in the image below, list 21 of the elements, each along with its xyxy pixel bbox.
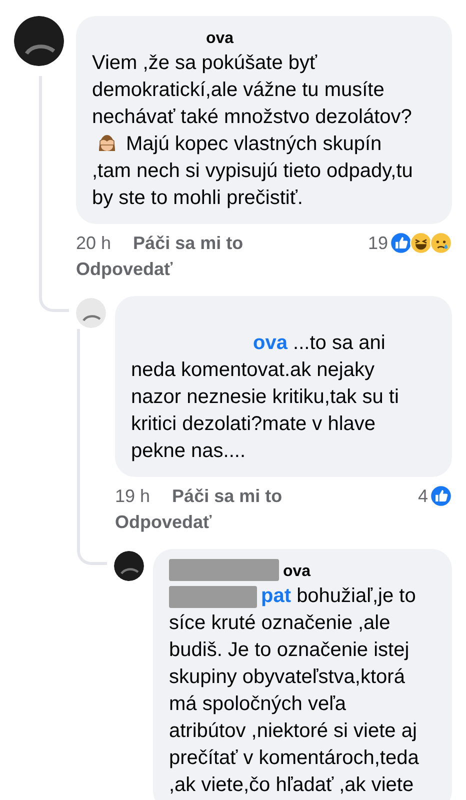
comment-time: 19 h	[115, 485, 150, 508]
reply-link[interactable]: Odpovedať	[115, 512, 212, 532]
mention-link[interactable]: ova	[253, 332, 288, 354]
laughing-reaction-icon	[410, 232, 432, 254]
author-name[interactable]: ova	[283, 558, 311, 584]
mention-link[interactable]: pat	[261, 585, 291, 607]
like-link[interactable]: Páči sa mi to	[172, 483, 282, 509]
comment-text: ova ...to sa ani	[253, 331, 386, 356]
like-reaction-icon	[390, 232, 412, 254]
like-reaction-icon	[430, 485, 452, 507]
reaction-count: 19	[368, 232, 388, 255]
comment-text: Viem ,že sa pokúšate byť demokratickí,ale vážne tu musíte nechávať také množstvo dezolátov? Majú kopec vlastných skupín ,tam nech si vypisujú tieto odpady,tu by ste to mohli prečistiť.	[92, 51, 414, 211]
comment-text: neda komentovat.ak nejaky nazor neznesie kritiku,tak su ti kritici dezolati?mate v hlave pekne nas....	[131, 358, 400, 464]
comment-text: pat bohužiaľ,je to	[261, 584, 416, 609]
author-name[interactable]: ova	[206, 24, 234, 52]
comment-text: síce kruté označenie ,ale budiš. Je to označenie istej skupiny obyvateľstva,ktorá má spoločných veľa atribútov ,niektoré si viete aj prečítať v komentároch,teda ,ak viete,čo hľadať ,ak viete	[169, 611, 420, 798]
reply-link[interactable]: Odpovedať	[76, 259, 173, 279]
comment-time: 20 h	[76, 232, 112, 255]
crying-reaction-icon	[430, 232, 452, 254]
like-link[interactable]: Páči sa mi to	[133, 230, 244, 256]
reaction-count: 4	[418, 485, 428, 508]
